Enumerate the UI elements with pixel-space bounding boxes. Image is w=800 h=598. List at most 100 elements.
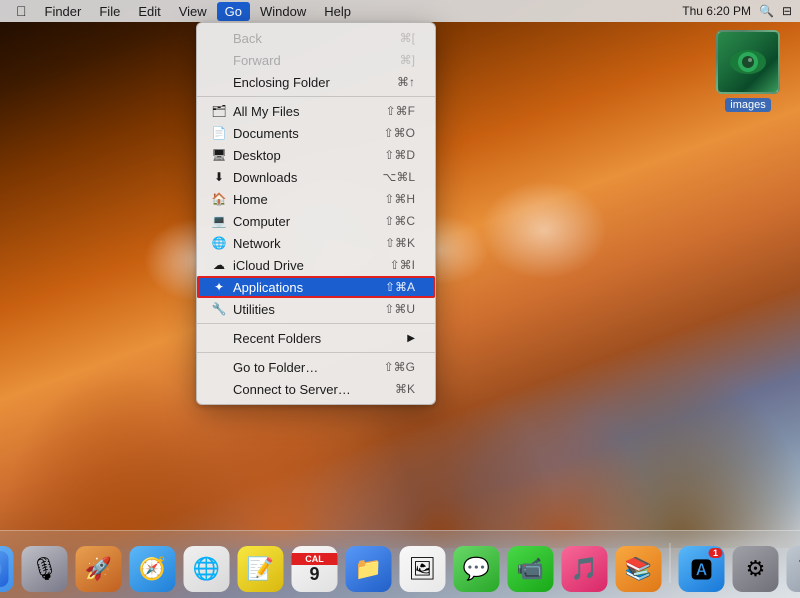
menu-window[interactable]: Window — [252, 2, 314, 21]
all-my-files-icon: 🗂 — [211, 103, 227, 119]
dock-item-syspref[interactable]: ⚙ — [731, 544, 781, 594]
safari-icon: 🧭 — [130, 546, 176, 592]
shortcut-go-to-folder: ⇧⌘G — [384, 360, 415, 374]
launchpad-icon: 🚀 — [76, 546, 122, 592]
menu-label-home: Home — [233, 192, 384, 207]
dock-item-appstore[interactable]: 🅰 1 — [677, 544, 727, 594]
submenu-arrow-icon: ▶ — [407, 333, 415, 344]
menubar-time: Thu 6:20 PM — [682, 4, 751, 18]
calendar-icon: CAL 9 — [292, 546, 338, 592]
apple-menu[interactable]:  — [8, 1, 35, 21]
menu-label-go-to-folder: Go to Folder… — [233, 360, 384, 375]
menu-label-computer: Computer — [233, 214, 384, 229]
computer-icon: 💻 — [211, 213, 227, 229]
desktop-icon-label: images — [725, 98, 770, 112]
menu-item-utilities[interactable]: 🔧 Utilities ⇧⌘U — [197, 298, 435, 320]
menu-item-all-my-files[interactable]: 🗂 All My Files ⇧⌘F — [197, 100, 435, 122]
dock-item-calendar[interactable]: CAL 9 — [290, 544, 340, 594]
dock-item-launchpad[interactable]: 🚀 — [74, 544, 124, 594]
menubar-right: Thu 6:20 PM 🔍 ⊟ — [682, 4, 792, 18]
shortcut-all-my-files: ⇧⌘F — [386, 104, 415, 118]
menu-item-forward[interactable]: Forward ⌘] — [197, 49, 435, 71]
menu-go[interactable]: Go — [217, 2, 250, 21]
menu-finder[interactable]: Finder — [37, 2, 90, 21]
menu-item-back[interactable]: Back ⌘[ — [197, 27, 435, 49]
menu-edit[interactable]: Edit — [130, 2, 168, 21]
menu-item-desktop[interactable]: 🖥 Desktop ⇧⌘D — [197, 144, 435, 166]
itunes-icon: 🎵 — [562, 546, 608, 592]
desktop-menu-icon: 🖥 — [211, 147, 227, 163]
shortcut-desktop: ⇧⌘D — [384, 148, 415, 162]
recent-folders-icon — [211, 330, 227, 346]
ibooks-icon: 📚 — [616, 546, 662, 592]
menu-item-computer[interactable]: 💻 Computer ⇧⌘C — [197, 210, 435, 232]
menu-label-downloads: Downloads — [233, 170, 382, 185]
menu-label-recent-folders: Recent Folders — [233, 331, 401, 346]
trash-icon: 🗑 — [787, 546, 800, 592]
menu-item-go-to-folder[interactable]: Go to Folder… ⇧⌘G — [197, 356, 435, 378]
menu-item-applications[interactable]: ✦ Applications ⇧⌘A — [197, 276, 435, 298]
menu-label-connect-to-server: Connect to Server… — [233, 382, 395, 397]
dock-item-messages[interactable]: 💬 — [452, 544, 502, 594]
menu-file[interactable]: File — [91, 2, 128, 21]
network-icon: 🌐 — [211, 235, 227, 251]
menu-item-documents[interactable]: 📄 Documents ⇧⌘O — [197, 122, 435, 144]
icloud-drive-icon: ☁ — [211, 257, 227, 273]
applications-icon: ✦ — [211, 279, 227, 295]
dock-item-chrome[interactable]: 🌐 — [182, 544, 232, 594]
shortcut-network: ⇧⌘K — [385, 236, 415, 250]
photos-icon: 🖼 — [400, 546, 446, 592]
separator-3 — [197, 352, 435, 353]
menubar-controls-icon[interactable]: ⊟ — [782, 4, 792, 18]
separator-2 — [197, 323, 435, 324]
menu-label-back: Back — [233, 31, 400, 46]
menu-item-connect-to-server[interactable]: Connect to Server… ⌘K — [197, 378, 435, 400]
menu-item-icloud-drive[interactable]: ☁ iCloud Drive ⇧⌘I — [197, 254, 435, 276]
menu-label-desktop: Desktop — [233, 148, 384, 163]
dock-item-trash[interactable]: 🗑 — [785, 544, 800, 594]
menu-item-recent-folders[interactable]: Recent Folders ▶ — [197, 327, 435, 349]
forward-icon — [211, 52, 227, 68]
dock-item-finder[interactable] — [0, 544, 16, 594]
shortcut-forward: ⌘] — [400, 53, 415, 67]
menu-label-icloud-drive: iCloud Drive — [233, 258, 390, 273]
utilities-icon: 🔧 — [211, 301, 227, 317]
menu-label-forward: Forward — [233, 53, 400, 68]
dock-item-facetime[interactable]: 📹 — [506, 544, 556, 594]
dock-item-notes[interactable]: 📝 — [236, 544, 286, 594]
go-to-folder-icon — [211, 359, 227, 375]
menu-help[interactable]: Help — [316, 2, 359, 21]
menubar-search-icon[interactable]: 🔍 — [759, 4, 774, 18]
dock-item-ibooks[interactable]: 📚 — [614, 544, 664, 594]
desktop-icon-images[interactable]: images — [716, 30, 780, 112]
go-dropdown-menu: Back ⌘[ Forward ⌘] Enclosing Folder ⌘↑ 🗂… — [196, 22, 436, 405]
dock: 🎙 🚀 🧭 🌐 📝 CAL — [0, 530, 800, 598]
home-icon: 🏠 — [211, 191, 227, 207]
dock-item-files[interactable]: 📁 — [344, 544, 394, 594]
menu-view[interactable]: View — [171, 2, 215, 21]
facetime-icon: 📹 — [508, 546, 554, 592]
menu-item-downloads[interactable]: ⬇ Downloads ⌥⌘L — [197, 166, 435, 188]
menu-label-documents: Documents — [233, 126, 384, 141]
dock-item-siri[interactable]: 🎙 — [20, 544, 70, 594]
menu-item-enclosing-folder[interactable]: Enclosing Folder ⌘↑ — [197, 71, 435, 93]
chrome-icon: 🌐 — [184, 546, 230, 592]
desktop:  Finder File Edit View Go Window Help T… — [0, 0, 800, 598]
menu-item-home[interactable]: 🏠 Home ⇧⌘H — [197, 188, 435, 210]
notes-icon: 📝 — [238, 546, 284, 592]
dock-item-safari[interactable]: 🧭 — [128, 544, 178, 594]
dock-item-itunes[interactable]: 🎵 — [560, 544, 610, 594]
shortcut-applications: ⇧⌘A — [385, 280, 415, 294]
shortcut-downloads: ⌥⌘L — [382, 170, 415, 184]
dock-item-photos[interactable]: 🖼 — [398, 544, 448, 594]
shortcut-computer: ⇧⌘C — [384, 214, 415, 228]
menu-item-network[interactable]: 🌐 Network ⇧⌘K — [197, 232, 435, 254]
shortcut-icloud-drive: ⇧⌘I — [390, 258, 415, 272]
shortcut-utilities: ⇧⌘U — [384, 302, 415, 316]
desktop-icon-thumbnail — [716, 30, 780, 94]
shortcut-back: ⌘[ — [400, 31, 415, 45]
downloads-icon: ⬇ — [211, 169, 227, 185]
menu-label-utilities: Utilities — [233, 302, 384, 317]
shortcut-enclosing-folder: ⌘↑ — [397, 75, 415, 89]
menu-label-enclosing-folder: Enclosing Folder — [233, 75, 397, 90]
